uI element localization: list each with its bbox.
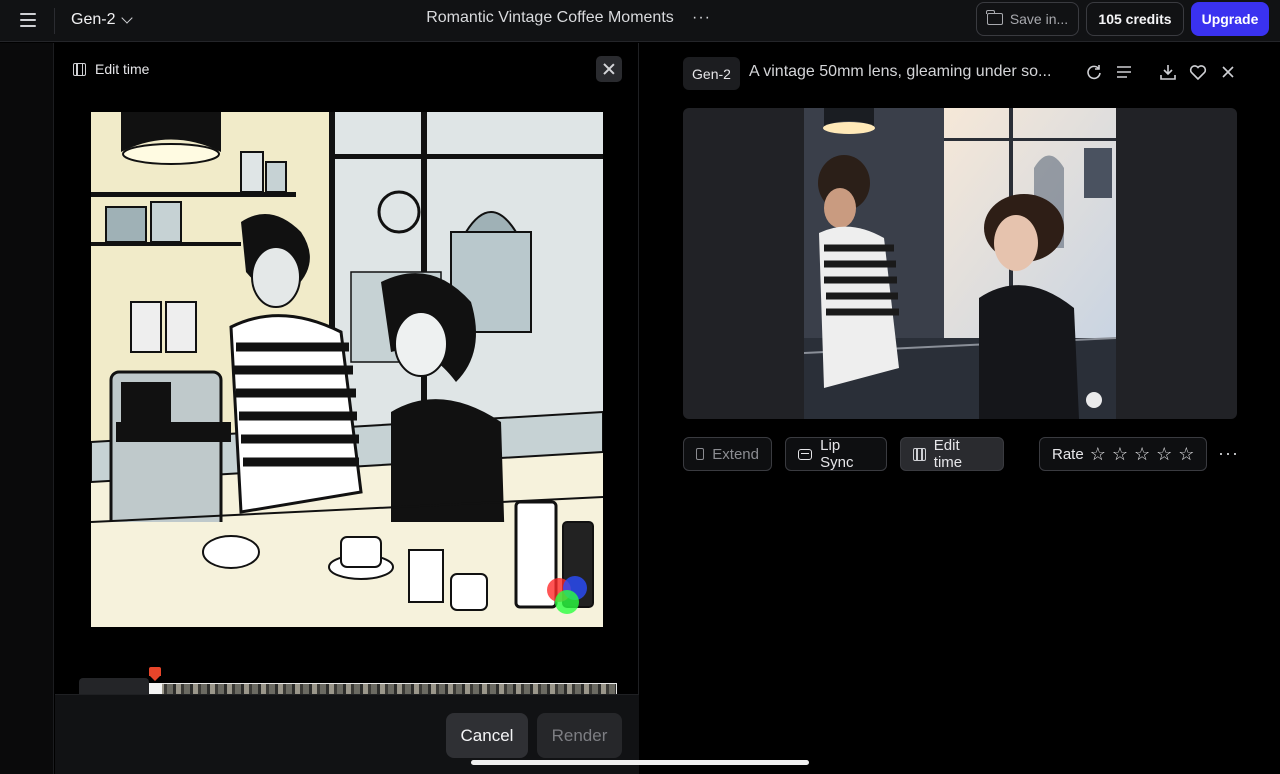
more-icon[interactable]: ··· xyxy=(1218,443,1239,464)
star-icon[interactable]: ☆ xyxy=(1112,445,1128,463)
extend-label: Extend xyxy=(712,445,759,463)
download-icon[interactable] xyxy=(1158,62,1178,82)
extend-button[interactable]: Extend xyxy=(683,437,772,471)
edit-time-header: Edit time xyxy=(73,61,149,77)
playhead[interactable] xyxy=(149,667,161,681)
model-chip: Gen-2 xyxy=(683,57,740,90)
render-button[interactable]: Render xyxy=(537,713,622,758)
close-edit-button[interactable] xyxy=(596,56,622,82)
project-title[interactable]: Romantic Vintage Coffee Moments xyxy=(380,9,720,27)
details-icon[interactable] xyxy=(1114,62,1134,82)
film-icon xyxy=(913,447,926,461)
generation-detail-panel: Gen-2 A vintage 50mm lens, gleaming unde… xyxy=(640,43,1280,774)
topbar-divider xyxy=(54,8,55,34)
comic-preview-image xyxy=(91,112,603,627)
star-icon[interactable]: ☆ xyxy=(1090,445,1106,463)
cancel-button[interactable]: Cancel xyxy=(446,713,528,758)
video-frame-image xyxy=(804,108,1116,419)
chevron-down-icon xyxy=(121,12,134,24)
model-switcher[interactable]: Gen-2 xyxy=(71,8,134,32)
star-icon[interactable]: ☆ xyxy=(1178,445,1194,463)
edit-time-panel: Edit time Cancel Render xyxy=(55,43,639,774)
close-icon xyxy=(603,63,615,75)
rate-control: Rate ☆ ☆ ☆ ☆ ☆ xyxy=(1039,437,1207,471)
edit-time-label: Edit time xyxy=(933,437,963,471)
lip-sync-button[interactable]: Lip Sync xyxy=(785,437,887,471)
heart-icon[interactable] xyxy=(1188,62,1208,82)
project-more-icon[interactable]: ··· xyxy=(692,9,711,27)
star-icon[interactable]: ☆ xyxy=(1134,445,1150,463)
left-rail xyxy=(0,43,54,774)
video-player[interactable] xyxy=(683,108,1237,419)
lip-sync-label: Lip Sync xyxy=(820,437,854,471)
save-in-label: Save in... xyxy=(1009,11,1069,27)
timeline-track-label xyxy=(79,678,149,695)
timeline[interactable] xyxy=(79,667,619,695)
film-icon xyxy=(73,62,86,76)
model-label: Gen-2 xyxy=(71,11,116,28)
home-indicator xyxy=(471,760,809,765)
star-icon[interactable]: ☆ xyxy=(1156,445,1172,463)
menu-icon[interactable] xyxy=(20,13,36,27)
extend-icon xyxy=(696,448,705,460)
edit-time-title: Edit time xyxy=(95,61,150,77)
rate-label: Rate xyxy=(1052,445,1084,463)
prompt-text[interactable]: A vintage 50mm lens, gleaming under so..… xyxy=(749,63,1079,81)
folder-icon xyxy=(986,10,1003,25)
lipsync-icon xyxy=(798,448,813,460)
regenerate-icon[interactable] xyxy=(1084,62,1104,82)
upgrade-button[interactable]: Upgrade xyxy=(1191,2,1269,36)
edit-time-button[interactable]: Edit time xyxy=(900,437,1004,471)
credits-button[interactable]: 105 credits xyxy=(1086,2,1184,36)
close-icon[interactable] xyxy=(1218,62,1238,82)
save-in-button[interactable]: Save in... xyxy=(976,2,1079,36)
top-bar: Gen-2 Romantic Vintage Coffee Moments ··… xyxy=(0,0,1280,42)
